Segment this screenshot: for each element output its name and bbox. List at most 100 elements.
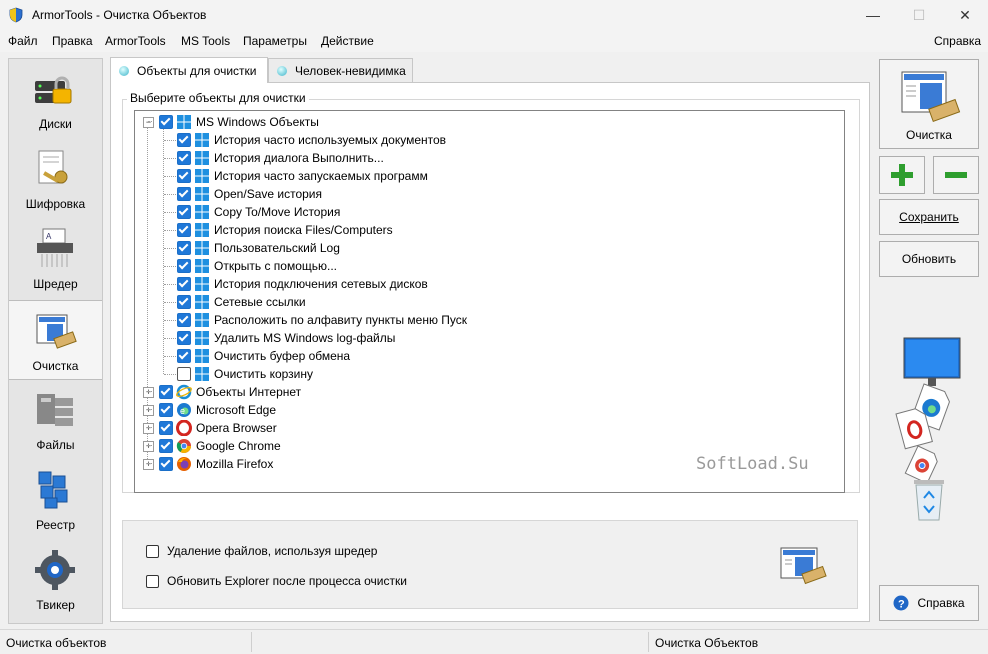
tree-node-child[interactable]: Copy To/Move История xyxy=(177,203,340,221)
svg-text:e: e xyxy=(180,406,185,416)
node-checkbox[interactable] xyxy=(177,205,191,219)
node-checkbox[interactable] xyxy=(177,187,191,201)
close-button[interactable]: ✕ xyxy=(942,0,988,30)
tree-node-label: Очистить буфер обмена xyxy=(214,349,351,363)
clean-button[interactable]: Очистка xyxy=(879,59,979,149)
tree-node-child[interactable]: Расположить по алфавиту пункты меню Пуск xyxy=(177,311,467,329)
refresh-button-label: Обновить xyxy=(901,252,957,266)
node-checkbox[interactable] xyxy=(159,403,173,417)
tree-node-child[interactable]: История диалога Выполнить... xyxy=(177,149,384,167)
tree-node-opera[interactable]: + Opera Browser xyxy=(143,419,277,437)
tab-invisible-man[interactable]: Человек-невидимка xyxy=(268,58,413,82)
option-checkbox[interactable] xyxy=(146,574,159,588)
remove-button[interactable] xyxy=(933,156,979,194)
node-checkbox[interactable] xyxy=(159,421,173,435)
windows-icon xyxy=(195,367,209,381)
menu-armortools[interactable]: ArmorTools xyxy=(105,34,166,48)
sidebar-item-encryption[interactable]: Шифровка xyxy=(9,139,102,217)
option-use-shredder[interactable]: Удаление файлов, используя шредер xyxy=(146,544,377,558)
node-checkbox[interactable] xyxy=(177,151,191,165)
tab-orb-icon xyxy=(277,65,287,76)
sidebar-item-files[interactable]: Файлы xyxy=(9,380,102,458)
expand-icon[interactable]: + xyxy=(143,458,154,470)
node-checkbox[interactable] xyxy=(177,169,191,183)
tree-connector xyxy=(164,356,176,357)
tree-node-child[interactable]: История часто используемых документов xyxy=(177,131,446,149)
tree-node-child[interactable]: Пользовательский Log xyxy=(177,239,340,257)
menu-help[interactable]: Справка xyxy=(934,34,981,48)
tree-node-child[interactable]: История подключения сетевых дисков xyxy=(177,275,428,293)
node-checkbox[interactable] xyxy=(159,457,173,471)
registry-icon xyxy=(38,471,68,509)
windows-icon xyxy=(195,259,209,273)
sidebar-item-shredder[interactable]: A Шредер xyxy=(9,219,102,297)
refresh-button[interactable]: Обновить xyxy=(879,241,979,277)
sidebar-item-tweaker[interactable]: Твикер xyxy=(9,540,102,618)
tree-node-label: Открыть с помощью... xyxy=(214,259,338,273)
tree-node-chrome[interactable]: + Google Chrome xyxy=(143,437,281,455)
svg-text:?: ? xyxy=(898,599,905,611)
node-checkbox[interactable] xyxy=(177,241,191,255)
sidebar-item-registry[interactable]: Реестр xyxy=(9,460,102,538)
tree-node-child[interactable]: Очистить буфер обмена xyxy=(177,347,350,365)
windows-icon xyxy=(195,187,209,201)
windows-icon xyxy=(177,115,191,129)
add-button[interactable] xyxy=(879,156,925,194)
node-checkbox[interactable] xyxy=(159,385,173,399)
node-checkbox[interactable] xyxy=(177,259,191,273)
menu-action[interactable]: Действие xyxy=(321,34,374,48)
tree-node-child[interactable]: История часто запускаемых программ xyxy=(177,167,428,185)
status-left: Очистка объектов xyxy=(6,636,107,650)
node-checkbox[interactable] xyxy=(159,439,173,453)
option-refresh-explorer[interactable]: Обновить Explorer после процесса очистки xyxy=(146,574,407,588)
clean-button-label: Очистка xyxy=(906,128,952,142)
maximize-button[interactable]: ☐ xyxy=(896,0,942,30)
node-checkbox[interactable] xyxy=(177,313,191,327)
expand-icon[interactable]: + xyxy=(143,440,154,452)
node-checkbox[interactable] xyxy=(177,223,191,237)
node-checkbox[interactable] xyxy=(177,331,191,345)
tree-node-child[interactable]: Open/Save история xyxy=(177,185,322,203)
node-checkbox[interactable] xyxy=(159,115,173,129)
tree-node-internet[interactable]: + Объекты Интернет xyxy=(143,383,301,401)
menu-parameters[interactable]: Параметры xyxy=(243,34,307,48)
tree-node-edge[interactable]: + e Microsoft Edge xyxy=(143,401,276,419)
tree-node-child[interactable]: Открыть с помощью... xyxy=(177,257,337,275)
collapse-icon[interactable]: − xyxy=(143,116,154,128)
tree-node-child[interactable]: История поиска Files/Computers xyxy=(177,221,393,239)
node-checkbox[interactable] xyxy=(177,367,191,381)
minimize-button[interactable]: — xyxy=(850,0,896,30)
sidebar-item-cleanup[interactable]: Очистка xyxy=(9,300,102,380)
tab-label: Объекты для очистки xyxy=(137,63,257,78)
tree-node-firefox[interactable]: + Mozilla Firefox xyxy=(143,455,273,473)
armortools-shield-icon xyxy=(9,7,23,23)
tab-cleanup-objects[interactable]: Объекты для очистки xyxy=(110,57,268,83)
sidebar-item-label: Шифровка xyxy=(25,197,86,211)
expand-icon[interactable]: + xyxy=(143,422,154,434)
tree-node-label: MS Windows Объекты xyxy=(196,115,319,129)
node-checkbox[interactable] xyxy=(177,295,191,309)
node-checkbox[interactable] xyxy=(177,277,191,291)
tree-node-child[interactable]: Удалить MS Windows log-файлы xyxy=(177,329,395,347)
help-button[interactable]: ? Справка xyxy=(879,585,979,621)
windows-icon xyxy=(195,151,209,165)
tree-node-child[interactable]: Очистить корзину xyxy=(177,365,313,383)
expand-icon[interactable]: + xyxy=(143,404,154,416)
menu-edit[interactable]: Правка xyxy=(52,34,93,48)
chrome-icon xyxy=(176,439,191,453)
node-checkbox[interactable] xyxy=(177,133,191,147)
save-button[interactable]: Сохранить xyxy=(879,199,979,235)
sidebar-item-disks[interactable]: Диски xyxy=(9,59,102,137)
tree-node-child[interactable]: Сетевые ссылки xyxy=(177,293,306,311)
tree-node-ms-windows[interactable]: − MS Windows Объекты xyxy=(143,113,319,131)
firefox-icon xyxy=(177,457,191,471)
menu-file[interactable]: Файл xyxy=(8,34,38,48)
tree-node-label: Microsoft Edge xyxy=(196,403,277,417)
objects-tree[interactable]: − MS Windows Объекты + Объекты Интернет … xyxy=(134,110,845,493)
gear-icon xyxy=(35,550,75,590)
menu-ms-tools[interactable]: MS Tools xyxy=(181,34,230,48)
status-separator xyxy=(251,632,252,652)
node-checkbox[interactable] xyxy=(177,349,191,363)
expand-icon[interactable]: + xyxy=(143,386,154,398)
option-checkbox[interactable] xyxy=(146,544,159,558)
